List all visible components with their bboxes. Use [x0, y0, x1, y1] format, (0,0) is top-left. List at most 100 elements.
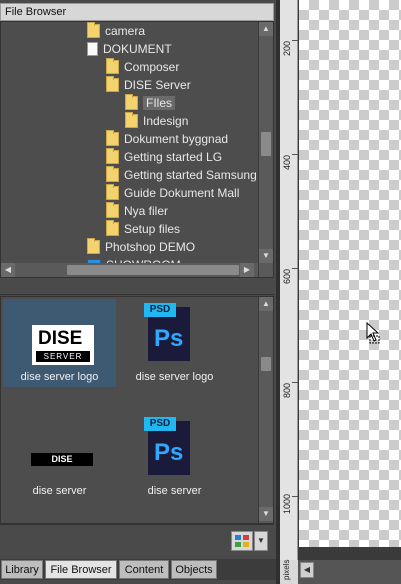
tree-item-label: Setup files	[124, 222, 181, 236]
ruler-tick	[292, 268, 298, 269]
logo-text: DISE	[38, 328, 83, 349]
tab-content[interactable]: Content	[119, 560, 169, 579]
tree-item-photshop-demo[interactable]: Photshop DEMO	[87, 237, 196, 256]
content-item-dise-server-logo[interactable]: DISE SERVER dise server logo	[3, 299, 116, 387]
tree-item-dise-server[interactable]: DISE Server	[106, 75, 191, 94]
ruler-label: 800	[282, 382, 292, 398]
item-caption: dise server	[147, 485, 202, 497]
scroll-left-icon[interactable]: ◀	[300, 562, 314, 578]
folder-icon	[106, 165, 119, 182]
tree-item-label: DOKUMENT	[103, 42, 172, 56]
folder-icon	[106, 201, 119, 218]
view-mode-icon[interactable]	[231, 531, 253, 551]
ruler-label: 200	[282, 40, 292, 56]
tree-vertical-scrollbar[interactable]: ▲ ▼	[258, 22, 273, 277]
cursor-icon	[366, 321, 382, 344]
tree-item-indesign[interactable]: Indesign	[125, 111, 189, 130]
scroll-down-icon[interactable]: ▼	[259, 249, 273, 263]
ruler-units-label: pixels	[282, 559, 291, 580]
ruler-units[interactable]: pixels	[280, 560, 298, 584]
ruler-tick	[292, 496, 298, 497]
content-item-dise-server-psd[interactable]: PSD Ps dise server	[118, 413, 231, 501]
scroll-up-icon[interactable]: ▲	[259, 297, 273, 311]
tree-item-getting-started-samsung[interactable]: Getting started Samsung	[106, 165, 257, 184]
folder-icon	[87, 22, 100, 38]
canvas-bottom-bar	[280, 560, 401, 584]
scroll-up-icon[interactable]: ▲	[259, 22, 273, 36]
content-vertical-scrollbar[interactable]: ▲ ▼	[258, 297, 273, 523]
file-browser-panel: File Browser camera DOKUMENT Composer DI…	[0, 0, 276, 584]
item-caption: dise server	[32, 485, 87, 497]
psd-file-icon: PSD Ps	[144, 303, 190, 361]
folder-icon	[106, 219, 119, 236]
tree-item-label: FIles	[143, 96, 176, 110]
panel-tabs: Library File Browser Content Objects	[0, 559, 276, 580]
dise-logo-thumbnail: DISE SERVER	[32, 325, 94, 365]
tree-item-files[interactable]: FIles	[125, 93, 176, 112]
tree-item-label: Getting started Samsung	[124, 168, 257, 182]
transparent-canvas[interactable]	[299, 0, 401, 547]
ruler-tick	[292, 382, 298, 383]
scroll-thumb[interactable]	[261, 132, 271, 156]
chevron-down-icon[interactable]: ▼	[254, 531, 268, 551]
folder-icon	[87, 237, 100, 254]
logo-subtext: SERVER	[36, 351, 90, 362]
tree-item-getting-started-lg[interactable]: Getting started LG	[106, 147, 223, 166]
folder-icon	[125, 111, 138, 128]
scroll-thumb[interactable]	[67, 265, 239, 275]
ruler-label: 1000	[282, 493, 292, 514]
item-caption: dise server logo	[20, 371, 99, 383]
tree-item-camera[interactable]: camera	[87, 22, 145, 40]
item-caption: dise server logo	[135, 371, 214, 383]
content-grid[interactable]: DISE SERVER dise server logo PSD Ps dise…	[0, 296, 274, 524]
tree-item-label: camera	[105, 24, 146, 38]
tree-item-label: DISE Server	[124, 78, 191, 92]
logo-text: DISE	[51, 454, 73, 464]
tree-item-label: Getting started LG	[124, 150, 223, 164]
document-icon	[87, 41, 98, 56]
tree-item-nya-filer[interactable]: Nya filer	[106, 201, 169, 220]
ruler-tick	[292, 154, 298, 155]
folder-tree[interactable]: camera DOKUMENT Composer DISE Server FIl…	[0, 21, 274, 278]
scroll-thumb[interactable]	[261, 357, 271, 371]
content-item-dise-server[interactable]: DISE dise server	[3, 413, 116, 501]
folder-icon	[125, 93, 138, 110]
tab-library[interactable]: Library	[1, 560, 43, 579]
tree-item-dokument-byggnad[interactable]: Dokument byggnad	[106, 129, 229, 148]
scroll-right-icon[interactable]: ▶	[240, 263, 254, 277]
folder-icon	[106, 57, 119, 74]
tab-file-browser[interactable]: File Browser	[45, 560, 117, 579]
folder-icon	[106, 183, 119, 200]
ps-text: Ps	[154, 325, 184, 352]
tree-item-composer[interactable]: Composer	[106, 57, 180, 76]
tree-item-dokument[interactable]: DOKUMENT	[87, 40, 172, 58]
folder-icon	[106, 147, 119, 164]
tree-item-label: Guide Dokument Mall	[124, 186, 240, 200]
scroll-down-icon[interactable]: ▼	[259, 507, 273, 521]
ruler-label: 600	[282, 268, 292, 284]
tree-horizontal-scrollbar[interactable]: ◀ ▶	[1, 263, 258, 277]
canvas-gap	[299, 547, 401, 560]
vertical-ruler: 200 400 600 800 1000	[280, 0, 298, 560]
psd-tag: PSD	[144, 303, 176, 317]
tree-item-label: Indesign	[143, 114, 189, 128]
tree-item-label: Nya filer	[124, 204, 169, 218]
dise-small-thumbnail: DISE	[31, 453, 93, 466]
ruler-label: 400	[282, 154, 292, 170]
ruler-tick	[292, 40, 298, 41]
tree-item-label: Dokument byggnad	[124, 132, 229, 146]
folder-icon	[106, 129, 119, 146]
scroll-left-icon[interactable]: ◀	[1, 263, 15, 277]
pane-splitter[interactable]	[0, 279, 274, 295]
tree-item-label: Photshop DEMO	[105, 240, 196, 254]
panel-title: File Browser	[0, 3, 274, 21]
folder-icon	[106, 75, 119, 92]
tab-objects[interactable]: Objects	[171, 560, 217, 579]
content-toolbar: ▼	[0, 524, 274, 556]
ps-text: Ps	[154, 439, 184, 466]
tree-item-label: Composer	[124, 60, 180, 74]
tree-item-setup-files[interactable]: Setup files	[106, 219, 181, 238]
tree-item-guide-dokument-mall[interactable]: Guide Dokument Mall	[106, 183, 240, 202]
content-item-dise-server-logo-psd[interactable]: PSD Ps dise server logo	[118, 299, 231, 387]
psd-file-icon: PSD Ps	[144, 417, 190, 475]
